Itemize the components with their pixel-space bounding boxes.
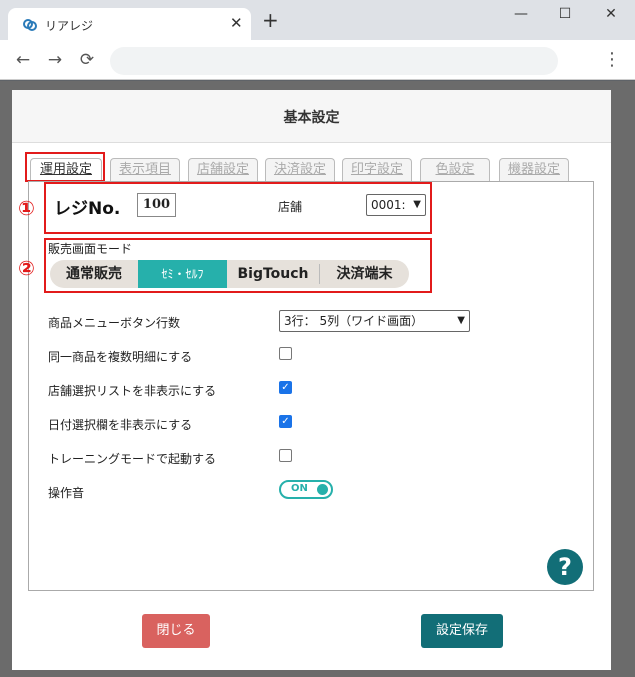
register-number-label: レジNo. (54, 199, 121, 219)
browser-tabstrip: リアレジ ✕ + — ☐ ✕ (0, 0, 635, 40)
chevron-down-icon: ▼ (413, 199, 421, 210)
annotation-marker-2: ② (18, 256, 35, 280)
new-tab-button[interactable]: + (262, 10, 279, 30)
help-icon[interactable]: ? (547, 549, 583, 585)
store-select-value: 0001: (371, 198, 406, 212)
same-item-label: 同一商品を複数明細にする (48, 350, 193, 364)
browser-tab-title: リアレジ (45, 19, 94, 33)
browser-tab[interactable]: リアレジ ✕ (8, 8, 251, 40)
minimize-button[interactable]: — (511, 6, 531, 22)
mode-semi-self-button[interactable]: ｾﾐ・ｾﾙﾌ (138, 260, 227, 288)
same-item-checkbox[interactable] (279, 347, 292, 360)
browser-menu-icon[interactable]: ⋮ (603, 49, 621, 71)
maximize-button[interactable]: ☐ (555, 6, 575, 22)
annotation-marker-1: ① (18, 196, 35, 220)
register-number-input[interactable]: 100 (137, 193, 176, 217)
window-close-button[interactable]: ✕ (601, 6, 621, 22)
menu-rows-select[interactable]: 3行： 5列（ワイド画面） ▼ (279, 310, 470, 332)
tab-color-settings[interactable]: 色設定 (420, 158, 490, 182)
hide-date-label: 日付選択欄を非表示にする (48, 418, 193, 432)
hide-store-list-checkbox[interactable]: ✓ (279, 381, 292, 394)
address-bar[interactable] (110, 47, 558, 75)
hide-date-checkbox[interactable]: ✓ (279, 415, 292, 428)
tab-print-settings[interactable]: 印字設定 (342, 158, 412, 182)
hide-store-list-label: 店舗選択リストを非表示にする (48, 384, 217, 398)
training-mode-label: トレーニングモードで起動する (48, 452, 217, 466)
sales-mode-segmented-control: 通常販売 ｾﾐ・ｾﾙﾌ BigTouch 決済端末 (50, 260, 409, 288)
reload-icon[interactable]: ⟳ (76, 49, 98, 71)
tab-display-items[interactable]: 表示項目 (110, 158, 180, 182)
tab-close-icon[interactable]: ✕ (230, 14, 243, 32)
store-select[interactable]: 0001: ▼ (366, 194, 426, 216)
menu-rows-label: 商品メニューボタン行数 (48, 316, 181, 330)
save-settings-button[interactable]: 設定保存 (421, 614, 503, 648)
toggle-state-label: ON (291, 483, 308, 494)
training-mode-checkbox[interactable] (279, 449, 292, 462)
app-logo-icon (23, 19, 37, 31)
tab-device-settings[interactable]: 機器設定 (499, 158, 569, 182)
back-arrow-icon[interactable]: ← (12, 49, 34, 71)
toggle-knob (317, 484, 328, 495)
sales-mode-label: 販売画面モード (48, 242, 133, 256)
browser-toolbar: ← → ⟳ ⋮ (0, 40, 635, 80)
highlight-tab-box (25, 152, 105, 182)
mode-bigtouch-button[interactable]: BigTouch (227, 260, 319, 288)
mode-payment-terminal-button[interactable]: 決済端末 (320, 260, 409, 288)
mode-normal-button[interactable]: 通常販売 (50, 260, 138, 288)
menu-rows-value: 3行： 5列（ワイド画面） (284, 314, 424, 328)
forward-arrow-icon[interactable]: → (44, 49, 66, 71)
store-label: 店舗 (278, 200, 303, 214)
chevron-down-icon: ▼ (457, 315, 465, 326)
operation-sound-label: 操作音 (48, 486, 85, 500)
dialog-title: 基本設定 (283, 110, 340, 126)
dialog-header: 基本設定 (12, 90, 611, 143)
tab-store-settings[interactable]: 店舗設定 (188, 158, 258, 182)
operation-sound-toggle[interactable]: ON (279, 480, 333, 499)
tab-payment-settings[interactable]: 決済設定 (265, 158, 335, 182)
close-button[interactable]: 閉じる (142, 614, 210, 648)
